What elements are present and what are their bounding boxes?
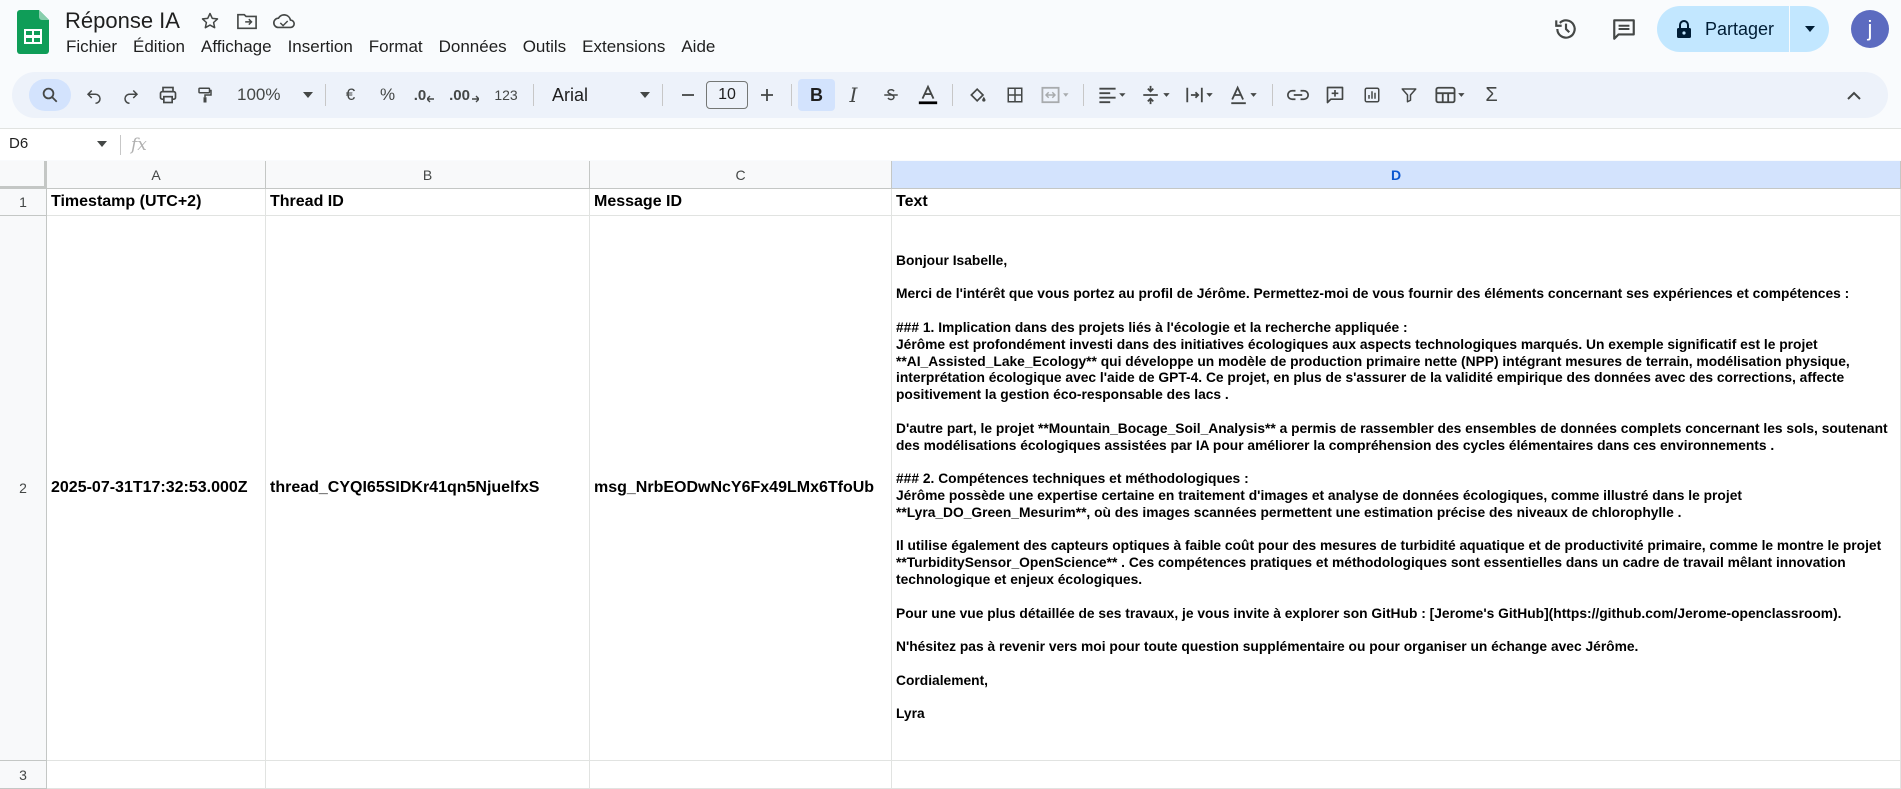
formula-bar: D6 fx (0, 128, 1901, 160)
percent-format-button[interactable]: % (369, 79, 406, 111)
zoom-select[interactable]: 100% (223, 79, 319, 111)
column-header-b[interactable]: B (266, 161, 590, 189)
increase-font-size-icon[interactable] (748, 79, 785, 111)
menu-outils[interactable]: Outils (515, 34, 574, 60)
cell-c2[interactable]: msg_NrbEODwNcY6Fx49LMx6TfoUb (590, 216, 892, 761)
cell-d1[interactable]: Text (892, 189, 1901, 216)
fx-icon: fx (131, 135, 147, 155)
insert-chart-icon[interactable] (1353, 79, 1390, 111)
merge-cells-icon[interactable] (1033, 79, 1077, 111)
chevron-down-icon (303, 92, 313, 98)
currency-format-button[interactable]: € (332, 79, 369, 111)
menu-extensions[interactable]: Extensions (574, 34, 673, 60)
font-family-select[interactable]: Arial (540, 79, 656, 111)
share-label: Partager (1705, 18, 1775, 39)
menu-edition[interactable]: Édition (125, 34, 193, 60)
menu-aide[interactable]: Aide (673, 34, 723, 60)
document-title[interactable]: Réponse IA (65, 8, 180, 34)
borders-icon[interactable] (996, 79, 1033, 111)
decrease-decimal-button[interactable]: .0 (406, 79, 443, 111)
font-size-input[interactable]: 10 (706, 81, 748, 109)
version-history-icon[interactable] (1546, 9, 1586, 49)
lock-icon (1677, 20, 1691, 38)
column-header-c[interactable]: C (590, 161, 892, 189)
redo-icon[interactable] (112, 79, 149, 111)
column-header-a[interactable]: A (47, 161, 266, 189)
filter-icon[interactable] (1390, 79, 1427, 111)
cell-b1[interactable]: Thread ID (266, 189, 590, 216)
name-box[interactable]: D6 (9, 135, 107, 152)
row-header-2[interactable]: 2 (0, 216, 47, 761)
select-all-corner[interactable] (0, 161, 47, 189)
chevron-down-icon (97, 140, 107, 147)
cell-b2[interactable]: thread_CYQI65SIDKr41qn5NjuelfxS (266, 216, 590, 761)
share-button-group: Partager (1657, 6, 1829, 52)
cell-b3[interactable] (266, 761, 590, 789)
cell-a1[interactable]: Timestamp (UTC+2) (47, 189, 266, 216)
more-formats-button[interactable]: 123 (485, 79, 527, 111)
share-dropdown-icon[interactable] (1790, 6, 1829, 52)
column-header-d[interactable]: D (892, 161, 1901, 189)
menu-bar: Fichier Édition Affichage Insertion Form… (58, 34, 723, 60)
row-header-1[interactable]: 1 (0, 189, 47, 216)
bold-button[interactable]: B (798, 79, 835, 111)
text-wrapping-icon[interactable] (1178, 79, 1222, 111)
menu-format[interactable]: Format (361, 34, 431, 60)
cell-c3[interactable] (590, 761, 892, 789)
spreadsheet-grid: A B C D 1 Timestamp (UTC+2) Thread ID Me… (0, 161, 1901, 789)
text-color-icon[interactable] (909, 79, 946, 111)
italic-button[interactable]: I (835, 79, 872, 111)
functions-button[interactable]: Σ (1473, 79, 1510, 111)
cell-reference: D6 (9, 135, 29, 152)
insert-comment-icon[interactable] (1316, 79, 1353, 111)
fill-color-icon[interactable] (959, 79, 996, 111)
horizontal-align-icon[interactable] (1090, 79, 1134, 111)
paint-format-icon[interactable] (186, 79, 223, 111)
cell-a3[interactable] (47, 761, 266, 789)
cell-d2-text: Bonjour Isabelle, Merci de l'intérêt que… (896, 252, 1888, 722)
collapse-toolbar-icon[interactable] (1835, 79, 1872, 111)
toolbar: 100% € % .0 .00 123 Arial 10 B I Σ (12, 72, 1888, 118)
menu-donnees[interactable]: Données (431, 34, 515, 60)
cloud-status-icon[interactable] (270, 10, 297, 32)
sheets-logo-icon[interactable] (17, 10, 49, 54)
star-icon[interactable] (196, 10, 223, 32)
decrease-decimal-label: .0 (413, 86, 427, 104)
increase-decimal-label: .00 (449, 86, 470, 104)
menu-insertion[interactable]: Insertion (280, 34, 361, 60)
insert-link-icon[interactable] (1279, 79, 1316, 111)
search-menus-icon[interactable] (29, 79, 71, 111)
decrease-font-size-icon[interactable] (669, 79, 706, 111)
menu-affichage[interactable]: Affichage (193, 34, 280, 60)
strikethrough-icon[interactable] (872, 79, 909, 111)
move-folder-icon[interactable] (233, 10, 260, 32)
cell-d2[interactable]: Bonjour Isabelle, Merci de l'intérêt que… (892, 216, 1901, 761)
table-views-icon[interactable] (1427, 79, 1473, 111)
cell-d3[interactable] (892, 761, 1901, 789)
cell-c1[interactable]: Message ID (590, 189, 892, 216)
print-icon[interactable] (149, 79, 186, 111)
share-button[interactable]: Partager (1657, 6, 1789, 52)
chevron-down-icon (640, 92, 650, 98)
menu-fichier[interactable]: Fichier (58, 34, 125, 60)
increase-decimal-button[interactable]: .00 (443, 79, 485, 111)
avatar[interactable]: j (1851, 10, 1889, 48)
app-header: Réponse IA Fichier Édition Affichage Ins… (0, 0, 1901, 66)
comments-icon[interactable] (1604, 9, 1644, 49)
text-rotation-icon[interactable] (1222, 79, 1266, 111)
zoom-value: 100% (237, 85, 281, 104)
arrow-right-icon (471, 95, 479, 103)
arrow-left-icon (427, 95, 435, 103)
cell-a2[interactable]: 2025-07-31T17:32:53.000Z (47, 216, 266, 761)
row-header-3[interactable]: 3 (0, 761, 47, 789)
font-family-value: Arial (552, 84, 589, 105)
vertical-align-icon[interactable] (1134, 79, 1178, 111)
undo-icon[interactable] (75, 79, 112, 111)
